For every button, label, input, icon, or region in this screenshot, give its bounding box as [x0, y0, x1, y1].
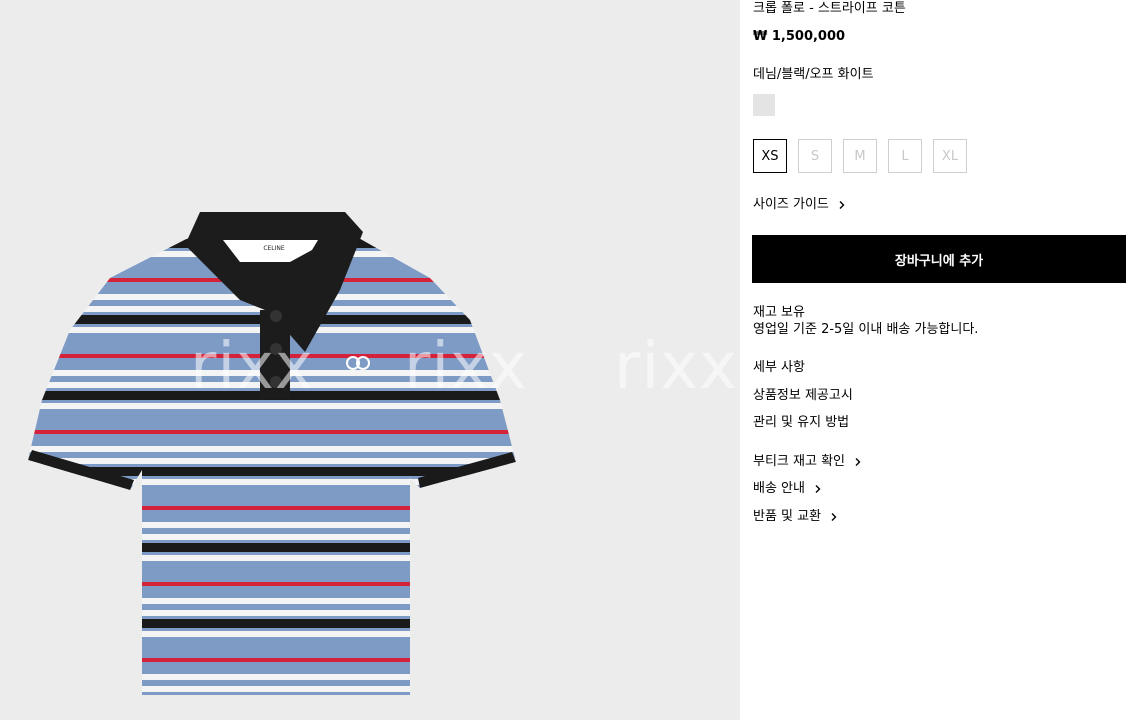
care-instructions-link[interactable]: 관리 및 유지 방법: [753, 414, 849, 432]
boutique-stock-link[interactable]: 부티크 재고 확인: [753, 453, 863, 471]
product-info-link[interactable]: 상품정보 제공고시: [753, 387, 853, 405]
delivery-estimate: 영업일 기준 2-5일 이내 배송 가능합니다.: [753, 322, 979, 337]
product-info-panel: 크롭 폴로 - 스트라이프 코튼 ₩ 1,500,000 데님/블랙/오프 화이…: [752, 0, 1126, 720]
color-swatch[interactable]: [753, 94, 775, 116]
shipping-info-link[interactable]: 배송 안내: [753, 480, 823, 498]
watermark-text: rixx: [404, 330, 528, 404]
size-guide-link[interactable]: 사이즈 가이드: [753, 196, 847, 214]
size-option-xl[interactable]: XL: [933, 139, 967, 173]
shipping-info-label: 배송 안내: [753, 481, 805, 496]
watermark-text: rixx: [190, 330, 314, 404]
chevron-right-icon: [815, 485, 821, 493]
chevron-right-icon: [855, 458, 861, 466]
returns-label: 반품 및 교환: [753, 509, 822, 524]
chevron-right-icon: [831, 513, 837, 521]
size-option-l[interactable]: L: [888, 139, 922, 173]
product-title: 크롭 폴로 - 스트라이프 코튼: [753, 1, 906, 16]
collar-label-text: CELINE: [263, 245, 285, 252]
size-guide-label: 사이즈 가이드: [753, 197, 829, 212]
size-option-xs[interactable]: XS: [753, 139, 787, 173]
chevron-right-icon: [839, 201, 845, 209]
product-image-panel: CELINE rixx rixx rixx: [0, 0, 740, 720]
product-price: ₩ 1,500,000: [753, 29, 846, 44]
size-option-m[interactable]: M: [843, 139, 877, 173]
size-option-s[interactable]: S: [798, 139, 832, 173]
details-link[interactable]: 세부 사항: [753, 359, 805, 377]
stock-status: 재고 보유: [753, 305, 805, 320]
size-selector: XS S M L XL: [753, 139, 967, 173]
add-to-cart-button[interactable]: 장바구니에 추가: [752, 235, 1126, 283]
color-name: 데님/블랙/오프 화이트: [753, 67, 874, 82]
returns-link[interactable]: 반품 및 교환: [753, 508, 839, 526]
boutique-stock-label: 부티크 재고 확인: [753, 454, 845, 469]
watermark-text: rixx: [614, 330, 738, 404]
